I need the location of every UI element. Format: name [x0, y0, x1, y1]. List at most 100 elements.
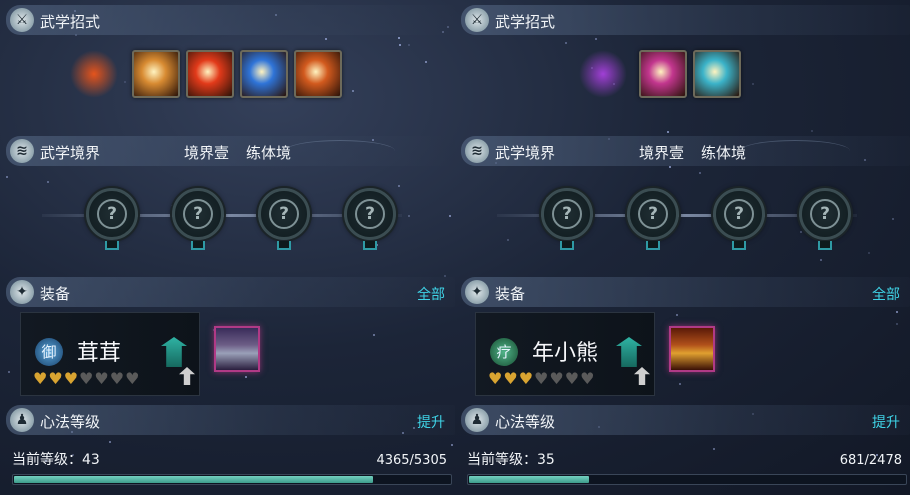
heart-icon: ♥ — [63, 369, 80, 388]
realm-title: 武学境界 — [40, 144, 101, 162]
equip-all-link[interactable]: 全部 — [872, 284, 900, 304]
locked-question-icon: ? — [269, 199, 299, 229]
realm-node-1[interactable]: ? — [86, 188, 138, 250]
locked-question-icon: ? — [183, 199, 213, 229]
sword-icon: ⚔ — [10, 8, 34, 32]
buddha-face-skill-icon[interactable] — [132, 50, 180, 98]
heart-icon: ♥ — [564, 369, 581, 388]
realm-node-3[interactable]: ? — [713, 188, 765, 250]
node-tab — [191, 241, 205, 250]
locked-question-icon: ? — [552, 199, 582, 229]
locked-question-icon: ? — [638, 199, 668, 229]
realm-header: ≋ 武学境界 境界壹 练体境 — [461, 136, 910, 166]
realm-node-4[interactable]: ? — [344, 188, 396, 250]
armor-icon: ✦ — [465, 280, 489, 304]
heart-icon: ♥ — [580, 369, 596, 388]
player-name: 茸茸 — [77, 341, 122, 366]
pink-dancer-skill-icon[interactable] — [639, 50, 687, 98]
node-tab — [560, 241, 574, 250]
swirl-icon: ≋ — [10, 139, 34, 163]
white-figure-icon — [634, 367, 650, 385]
heart-icon: ♥ — [48, 369, 64, 388]
swirl-icon: ≋ — [465, 139, 489, 163]
level-progress-bar — [467, 474, 907, 485]
character-panel-left: ⚔ 武学招式 ≋ 武学境界 境界壹 练体境 ? ? ? ? ✦ 装备 全部 御 … — [2, 0, 455, 495]
heart-icon: ♥ — [534, 369, 550, 388]
player-card[interactable]: 御 茸茸 ♥♥♥♥♥♥♥ — [20, 312, 200, 396]
heart-method-header: ♟ 心法等级 提升 — [6, 405, 455, 435]
node-tab — [277, 241, 291, 250]
heart-icon: ♥ — [125, 369, 141, 388]
skills-header: ⚔ 武学招式 — [461, 5, 910, 35]
heart-rating: ♥♥♥♥♥♥♥ — [488, 369, 595, 388]
header-ornament — [740, 140, 850, 162]
locked-question-icon: ? — [810, 199, 840, 229]
equip-title: 装备 — [495, 285, 526, 303]
upgrade-link[interactable]: 提升 — [872, 412, 900, 432]
skills-header: ⚔ 武学招式 — [6, 5, 455, 35]
meditation-icon: ♟ — [10, 408, 34, 432]
character-panel-right: ⚔ 武学招式 ≋ 武学境界 境界壹 练体境 ? ? ? ? ✦ 装备 全部 疗 … — [457, 0, 910, 495]
node-tab — [646, 241, 660, 250]
explosion-skill-icon[interactable] — [186, 50, 234, 98]
heart-rating: ♥♥♥♥♥♥♥ — [33, 369, 140, 388]
equip-title: 装备 — [40, 285, 71, 303]
flame-whirl-skill-icon[interactable] — [294, 50, 342, 98]
level-progress-text: 4365/5305 — [376, 453, 447, 468]
level-progress-text: 681/2478 — [839, 453, 902, 468]
purple-spike-skill-icon[interactable] — [579, 50, 627, 98]
level-progress-fill — [14, 476, 373, 483]
heart-icon: ♥ — [109, 369, 126, 388]
realm-title: 武学境界 — [495, 144, 556, 162]
node-tab — [818, 241, 832, 250]
realm-header: ≋ 武学境界 境界壹 练体境 — [6, 136, 455, 166]
player-name: 年小熊 — [532, 341, 599, 366]
locked-question-icon: ? — [724, 199, 754, 229]
realm-level: 境界壹 — [639, 144, 685, 162]
heart-icon: ♥ — [549, 369, 565, 388]
golden-armor-icon[interactable] — [669, 326, 715, 372]
silver-armor-icon[interactable] — [214, 326, 260, 372]
realm-node-4[interactable]: ? — [799, 188, 851, 250]
realm-node-1[interactable]: ? — [541, 188, 593, 250]
node-tab — [732, 241, 746, 250]
fire-body-skill-icon[interactable] — [70, 50, 118, 98]
healer-class-icon: 疗 — [490, 338, 518, 366]
level-progress-bar — [12, 474, 452, 485]
crescent-moon-skill-icon[interactable] — [240, 50, 288, 98]
node-tab — [363, 241, 377, 250]
equip-header: ✦ 装备 全部 — [6, 277, 455, 307]
upgrade-link[interactable]: 提升 — [417, 412, 445, 432]
skills-title: 武学招式 — [495, 13, 556, 31]
sword-icon: ⚔ — [465, 8, 489, 32]
skills-title: 武学招式 — [40, 13, 101, 31]
level-progress-fill — [469, 476, 589, 483]
locked-question-icon: ? — [355, 199, 385, 229]
white-figure-icon — [179, 367, 195, 385]
header-ornament — [285, 140, 395, 162]
current-level-label: 当前等级：35 — [467, 452, 555, 468]
realm-node-3[interactable]: ? — [258, 188, 310, 250]
realm-track: ? ? ? ? — [42, 188, 402, 250]
heart-icon: ♥ — [33, 369, 49, 388]
meditation-icon: ♟ — [465, 408, 489, 432]
hooded-figure-icon — [616, 337, 642, 367]
realm-node-2[interactable]: ? — [172, 188, 224, 250]
node-tab — [105, 241, 119, 250]
realm-level: 境界壹 — [184, 144, 230, 162]
heart-icon: ♥ — [94, 369, 110, 388]
locked-question-icon: ? — [97, 199, 127, 229]
heart-icon: ♥ — [518, 369, 535, 388]
realm-track: ? ? ? ? — [497, 188, 857, 250]
equip-all-link[interactable]: 全部 — [417, 284, 445, 304]
realm-node-2[interactable]: ? — [627, 188, 679, 250]
armor-icon: ✦ — [10, 280, 34, 304]
guard-class-icon: 御 — [35, 338, 63, 366]
heart-icon: ♥ — [79, 369, 95, 388]
heart-method-title: 心法等级 — [495, 413, 556, 431]
current-level-label: 当前等级：43 — [12, 452, 100, 468]
cyan-shark-skill-icon[interactable] — [693, 50, 741, 98]
heart-method-title: 心法等级 — [40, 413, 101, 431]
equip-header: ✦ 装备 全部 — [461, 277, 910, 307]
player-card[interactable]: 疗 年小熊 ♥♥♥♥♥♥♥ — [475, 312, 655, 396]
